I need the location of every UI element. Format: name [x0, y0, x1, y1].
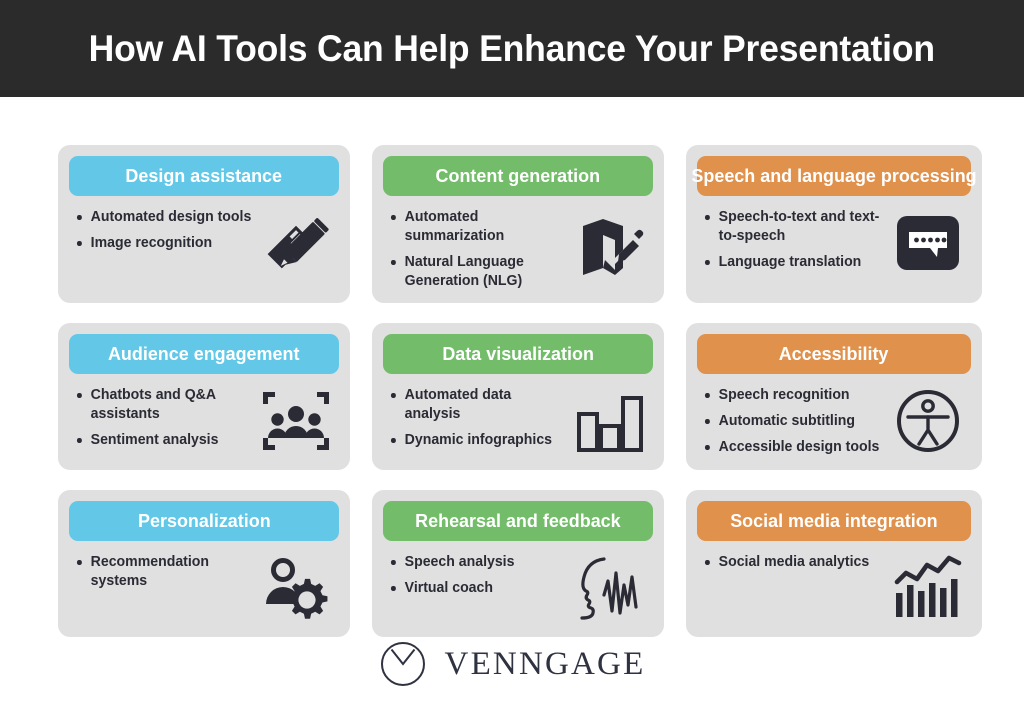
- card-icon-slot: [257, 553, 335, 625]
- card-title: Accessibility: [779, 343, 889, 365]
- card-design-assistance: Design assistance Automated design tools…: [58, 145, 350, 304]
- bar-chart-icon: [577, 396, 643, 453]
- card-body: Automated data analysis Dynamic infograp…: [383, 374, 653, 458]
- person-gear-icon: [266, 558, 328, 619]
- list-item: Chatbots and Q&A assistants: [75, 386, 253, 424]
- card-title: Data visualization: [442, 343, 594, 365]
- card-body: Social media analytics: [697, 541, 971, 621]
- card-social-media-integration: Social media integration Social media an…: [686, 490, 982, 638]
- infographic-page: How AI Tools Can Help Enhance Your Prese…: [0, 0, 1024, 727]
- bullet-list: Chatbots and Q&A assistants Sentiment an…: [75, 386, 257, 450]
- title-bar: How AI Tools Can Help Enhance Your Prese…: [0, 0, 1024, 97]
- card-title: Speech and language processing: [691, 165, 977, 186]
- card-header: Data visualization: [383, 334, 653, 375]
- bullet-list: Automated summarization Natural Language…: [389, 208, 571, 291]
- list-item: Language translation: [703, 253, 885, 272]
- card-data-visualization: Data visualization Automated data analys…: [372, 323, 664, 471]
- card-icon-slot: [571, 553, 649, 623]
- card-title: Rehearsal and feedback: [415, 510, 621, 532]
- bullet-list: Speech-to-text and text-to-speech Langua…: [703, 208, 889, 272]
- list-item: Social media analytics: [703, 553, 885, 572]
- card-header: Social media integration: [697, 501, 971, 542]
- card-header: Design assistance: [69, 156, 339, 196]
- list-item: Automated summarization: [389, 208, 567, 246]
- card-header: Personalization: [69, 501, 339, 542]
- card-title: Content generation: [435, 165, 601, 186]
- bullet-list: Automated design tools Image recognition: [75, 208, 257, 253]
- card-header: Accessibility: [697, 334, 971, 375]
- speech-bubble-icon: [897, 216, 959, 270]
- card-icon-slot: [571, 208, 649, 280]
- card-content-generation: Content generation Automated summarizati…: [372, 145, 664, 304]
- list-item: Automatic subtitling: [703, 412, 885, 431]
- bullet-list: Social media analytics: [703, 553, 889, 572]
- bullet-list: Recommendation systems: [75, 553, 257, 591]
- bullet-list: Automated data analysis Dynamic infograp…: [389, 386, 571, 450]
- card-header: Speech and language processing: [691, 156, 977, 196]
- card-title: Design assistance: [125, 165, 283, 186]
- trend-bar-chart-icon: [894, 555, 962, 618]
- ruler-pencil-icon: [267, 218, 329, 269]
- card-title: Social media integration: [730, 510, 938, 532]
- card-body: Recommendation systems: [69, 541, 339, 625]
- card-rehearsal-and-feedback: Rehearsal and feedback Speech analysis V…: [372, 490, 664, 638]
- card-header: Rehearsal and feedback: [383, 501, 653, 542]
- card-icon-slot: [257, 208, 335, 282]
- list-item: Sentiment analysis: [75, 431, 253, 450]
- face-waveform-icon: [580, 557, 638, 620]
- venngage-circle-logo: [380, 642, 425, 686]
- list-item: Automated design tools: [75, 208, 253, 227]
- card-body: Automated design tools Image recognition: [69, 196, 339, 282]
- list-item: Speech-to-text and text-to-speech: [703, 208, 885, 246]
- card-accessibility: Accessibility Speech recognition Automat…: [686, 323, 982, 471]
- list-item: Speech recognition: [703, 386, 885, 405]
- card-grid: Design assistance Automated design tools…: [58, 145, 982, 638]
- card-icon-slot: [889, 208, 967, 276]
- bullet-list: Speech recognition Automatic subtitling …: [703, 386, 889, 457]
- card-icon-slot: [889, 553, 967, 621]
- audience-group-icon: [263, 392, 329, 451]
- list-item: Dynamic infographics: [389, 431, 567, 450]
- brand-name: VENNGAGE: [444, 645, 646, 682]
- card-speech-language-processing: Speech and language processing Speech-to…: [686, 145, 982, 304]
- list-item: Natural Language Generation (NLG): [389, 253, 567, 291]
- card-audience-engagement: Audience engagement Chatbots and Q&A ass…: [58, 323, 350, 471]
- list-item: Automated data analysis: [389, 386, 567, 424]
- list-item: Recommendation systems: [75, 553, 253, 591]
- card-title: Personalization: [137, 510, 271, 532]
- document-edit-icon: [583, 219, 644, 275]
- card-icon-slot: [571, 386, 649, 458]
- list-item: Image recognition: [75, 234, 253, 253]
- card-body: Automated summarization Natural Language…: [383, 196, 653, 291]
- page-title: How AI Tools Can Help Enhance Your Prese…: [88, 27, 936, 69]
- card-header: Content generation: [383, 156, 653, 196]
- card-body: Speech-to-text and text-to-speech Langua…: [697, 196, 971, 276]
- footer-branding: VENNGAGE: [0, 640, 1024, 688]
- accessibility-person-icon: [897, 390, 959, 453]
- card-icon-slot: [889, 386, 967, 454]
- card-body: Chatbots and Q&A assistants Sentiment an…: [69, 374, 339, 458]
- card-body: Speech analysis Virtual coach: [383, 541, 653, 623]
- card-personalization: Personalization Recommendation systems: [58, 490, 350, 638]
- list-item: Virtual coach: [389, 579, 567, 598]
- card-icon-slot: [257, 386, 335, 458]
- card-title: Audience engagement: [108, 343, 300, 365]
- list-item: Accessible design tools: [703, 438, 885, 457]
- list-item: Speech analysis: [389, 553, 567, 572]
- card-header: Audience engagement: [69, 334, 339, 375]
- bullet-list: Speech analysis Virtual coach: [389, 553, 571, 598]
- card-body: Speech recognition Automatic subtitling …: [697, 374, 971, 457]
